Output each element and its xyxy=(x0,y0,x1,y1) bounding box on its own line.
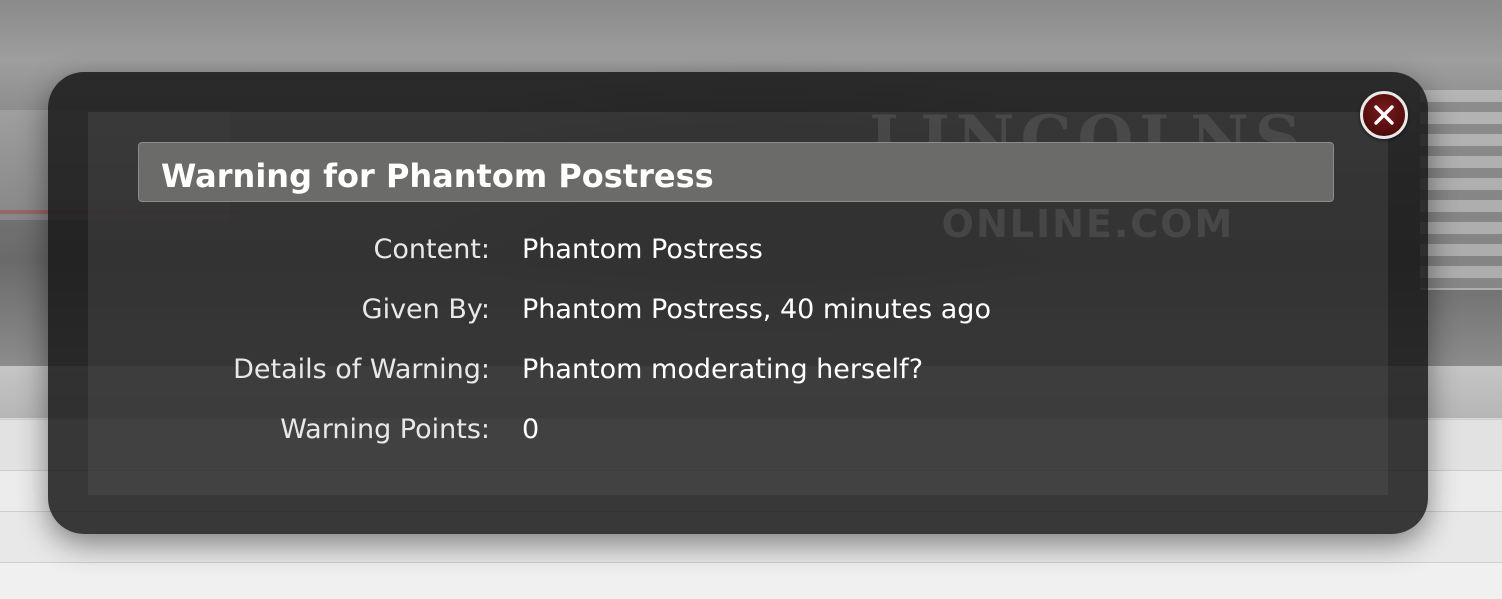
detail-value: Phantom Postress xyxy=(522,234,763,265)
detail-row-given-by: Given By: Phantom Postress, 40 minutes a… xyxy=(138,290,1334,330)
detail-row-content: Content: Phantom Postress xyxy=(138,230,1334,270)
warning-title: Warning for Phantom Postress xyxy=(161,157,714,195)
background-grille-image xyxy=(1420,90,1502,290)
detail-row-warning-points: Warning Points: 0 xyxy=(138,410,1334,450)
warning-title-bar: Warning for Phantom Postress xyxy=(138,142,1334,202)
detail-value: Phantom moderating herself? xyxy=(522,354,924,385)
detail-value: Phantom Postress, 40 minutes ago xyxy=(522,294,991,325)
close-icon xyxy=(1374,105,1394,125)
detail-label: Given By: xyxy=(361,294,490,325)
detail-label: Content: xyxy=(373,234,490,265)
warning-overlay-dialog: LINCOLNS ONLINE.COM Warning for Phantom … xyxy=(48,72,1428,534)
detail-label: Details of Warning: xyxy=(233,354,490,385)
detail-row-details-of-warning: Details of Warning: Phantom moderating h… xyxy=(138,350,1334,390)
close-button[interactable] xyxy=(1360,91,1408,139)
background-row xyxy=(0,562,1502,599)
detail-value: 0 xyxy=(522,414,540,445)
detail-label: Warning Points: xyxy=(280,414,490,445)
